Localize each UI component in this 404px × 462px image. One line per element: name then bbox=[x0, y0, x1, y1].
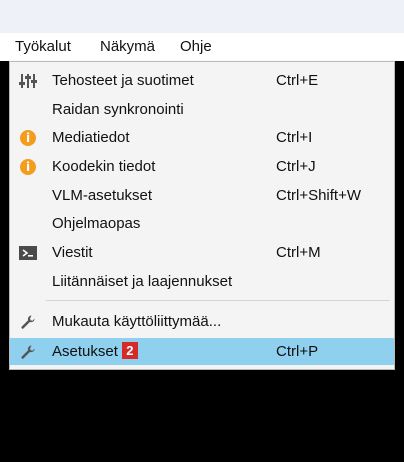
menu-item-label: Viestit bbox=[52, 244, 93, 261]
menu-item-label-wrap: Asetukset 2 bbox=[52, 342, 138, 362]
menu-item-shortcut: Ctrl+P bbox=[276, 343, 319, 360]
menu-item-shortcut: Ctrl+J bbox=[276, 158, 316, 175]
menu-item-label: Asetukset bbox=[52, 343, 118, 360]
menu-item-codec-info[interactable]: i Koodekin tiedot Ctrl+J bbox=[10, 153, 394, 180]
wrench-icon bbox=[18, 342, 38, 362]
window-title-strip bbox=[0, 0, 404, 33]
menu-item-plugins-extensions[interactable]: Liitännäiset ja laajennukset bbox=[10, 268, 394, 295]
menubar-view[interactable]: Näkymä bbox=[100, 37, 155, 57]
menu-item-shortcut: Ctrl+E bbox=[276, 72, 319, 89]
menu-item-label: Koodekin tiedot bbox=[52, 158, 156, 175]
info-icon: i bbox=[18, 157, 38, 177]
menu-separator bbox=[46, 300, 390, 301]
equalizer-icon bbox=[18, 71, 38, 91]
terminal-icon bbox=[18, 243, 38, 263]
menu-item-shortcut: Ctrl+M bbox=[276, 244, 321, 261]
menu-item-label: Raidan synkronointi bbox=[52, 101, 184, 118]
menu-item-preferences[interactable]: Asetukset 2 Ctrl+P bbox=[10, 338, 394, 365]
wrench-icon bbox=[18, 312, 38, 332]
menu-item-label: Tehosteet ja suotimet bbox=[52, 72, 194, 89]
menu-item-track-sync[interactable]: Raidan synkronointi bbox=[10, 96, 394, 123]
menubar-tools[interactable]: Työkalut bbox=[15, 37, 71, 57]
menu-item-shortcut: Ctrl+I bbox=[276, 129, 313, 146]
menu-item-program-guide[interactable]: Ohjelmaopas bbox=[10, 210, 394, 237]
menu-item-label: Mukauta käyttöliittymää... bbox=[52, 313, 222, 330]
step-number-badge: 2 bbox=[121, 342, 138, 359]
menu-item-label: Mediatiedot bbox=[52, 129, 130, 146]
menu-item-customize-interface[interactable]: Mukauta käyttöliittymää... bbox=[10, 308, 394, 335]
menu-item-shortcut: Ctrl+Shift+W bbox=[276, 187, 362, 204]
menu-item-label: Ohjelmaopas bbox=[52, 215, 141, 232]
info-icon: i bbox=[18, 128, 38, 148]
menu-item-label: VLM-asetukset bbox=[52, 187, 153, 204]
menu-item-media-info[interactable]: i Mediatiedot Ctrl+I bbox=[10, 124, 394, 151]
menubar-help[interactable]: Ohje bbox=[180, 37, 212, 57]
menu-item-vlm-config[interactable]: VLM-asetukset Ctrl+Shift+W bbox=[10, 182, 394, 209]
menu-item-label: Liitännäiset ja laajennukset bbox=[52, 273, 233, 290]
menu-item-messages[interactable]: Viestit Ctrl+M bbox=[10, 239, 394, 266]
tools-menu: Tehosteet ja suotimet Ctrl+E Raidan synk… bbox=[9, 61, 395, 370]
menu-item-effects-filters[interactable]: Tehosteet ja suotimet Ctrl+E bbox=[10, 67, 394, 94]
menubar: Työkalut Näkymä Ohje bbox=[0, 33, 404, 61]
